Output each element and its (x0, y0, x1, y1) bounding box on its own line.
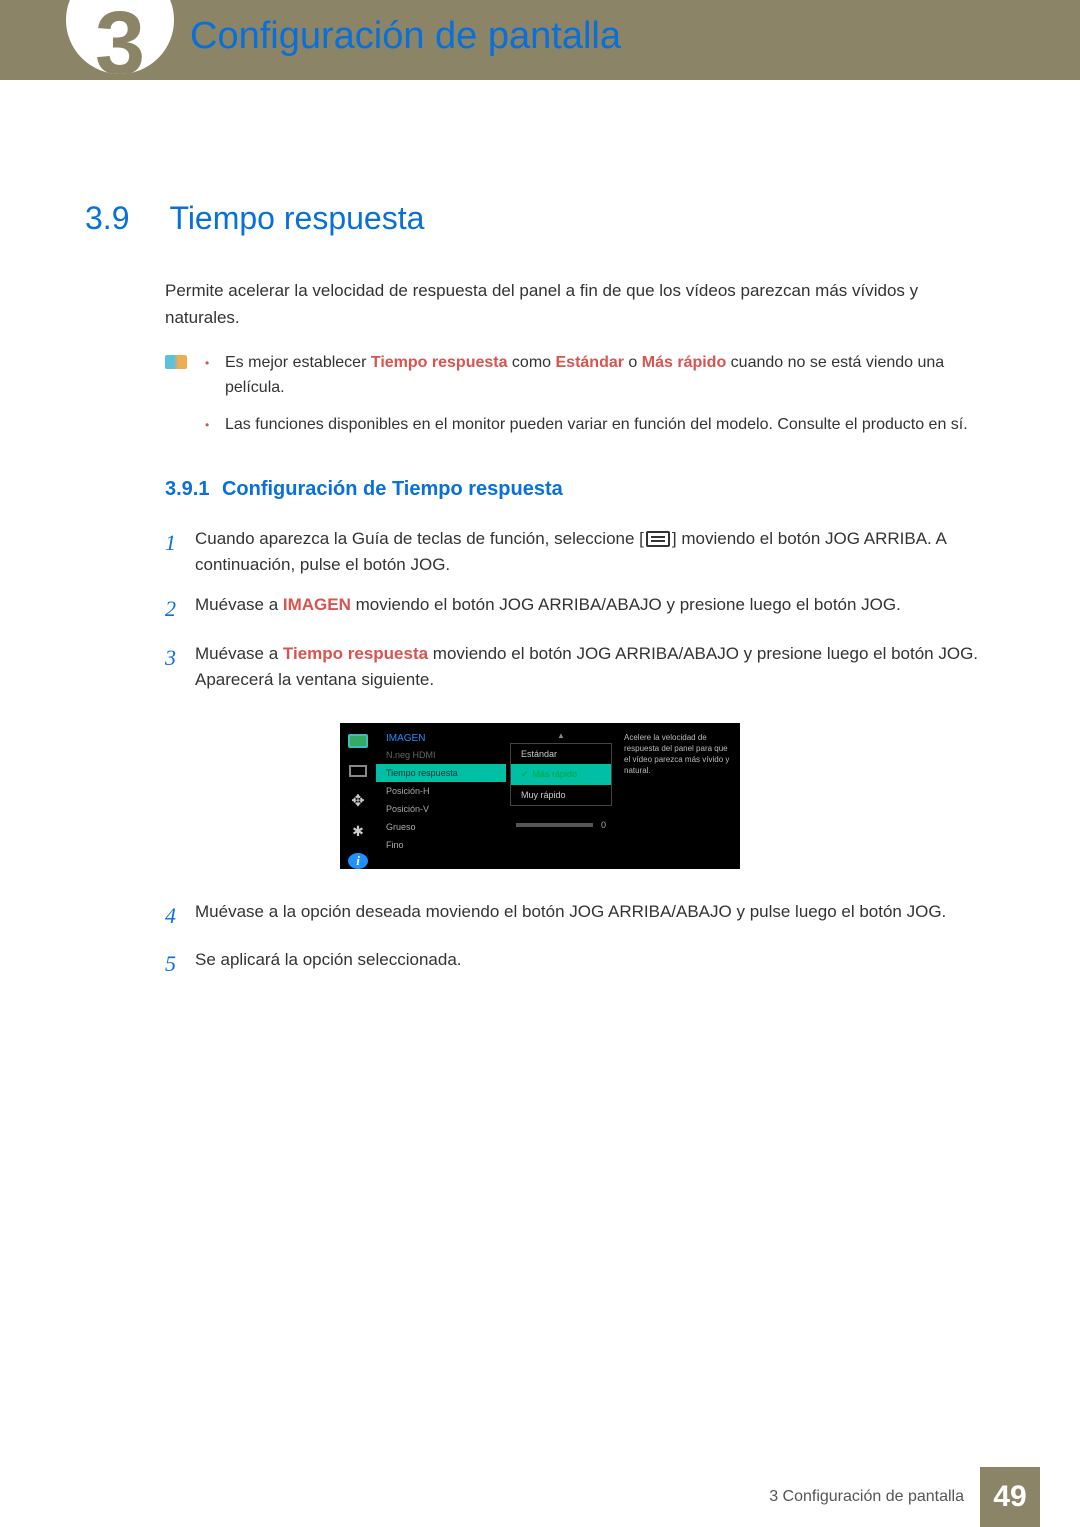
page-footer: 3 Configuración de pantalla 49 (0, 1467, 1080, 1527)
menu-icon (646, 531, 670, 547)
chapter-circle: 3 (60, 0, 180, 80)
osd-info-icon: i (348, 853, 368, 869)
info-bullet-2: Las funciones disponibles en el monitor … (225, 413, 995, 438)
osd-arrow-up-icon: ▲ (557, 731, 565, 740)
subsection-number: 3.9.1 (165, 478, 209, 500)
step-2: 2 Muévase a IMAGEN moviendo el botón JOG… (165, 592, 995, 626)
page-content: 3.9 Tiempo respuesta Permite acelerar la… (0, 80, 1080, 981)
osd-picture-icon (348, 733, 368, 749)
section-intro: Permite acelerar la velocidad de respues… (165, 277, 995, 331)
osd-position-icon: ✥ (348, 793, 368, 809)
step-3: 3 Muévase a Tiempo respuesta moviendo el… (165, 641, 995, 694)
osd-submenu: ▲ Estándar Más rápido Muy rápido 0 (506, 723, 616, 869)
osd-settings-icon: ✱ (348, 823, 368, 839)
section-heading: 3.9 Tiempo respuesta (85, 200, 995, 237)
chapter-number: 3 (95, 0, 145, 80)
subsection-heading: 3.9.1 Configuración de Tiempo respuesta (165, 478, 995, 501)
osd-description: Acelere la velocidad de respuesta del pa… (616, 723, 740, 869)
osd-slider: 0 (516, 820, 606, 830)
osd-menu: IMAGEN N.neg HDMI Tiempo respuesta Posic… (376, 723, 506, 869)
chapter-title: Configuración de pantalla (190, 15, 621, 58)
step-1: 1 Cuando aparezca la Guía de teclas de f… (165, 526, 995, 579)
section-title: Tiempo respuesta (169, 200, 424, 236)
osd-menu-title: IMAGEN (376, 731, 506, 746)
osd-item-coarse: Grueso (376, 818, 506, 836)
info-bullet-1: Es mejor establecer Tiempo respuesta com… (225, 351, 995, 401)
footer-page-number: 49 (980, 1467, 1040, 1527)
step-5: 5 Se aplicará la opción seleccionada. (165, 947, 995, 981)
note-icon (165, 355, 187, 369)
subsection-title: Configuración de Tiempo respuesta (222, 478, 563, 500)
section-number: 3.9 (85, 200, 165, 237)
osd-icon-sidebar: ✥ ✱ i (340, 723, 376, 869)
osd-item-hdmi: N.neg HDMI (376, 746, 506, 764)
osd-item-pos-h: Posición-H (376, 782, 506, 800)
info-note: Es mejor establecer Tiempo respuesta com… (185, 351, 995, 437)
steps-list-cont: 4 Muévase a la opción deseada moviendo e… (165, 899, 995, 981)
osd-option-fastest: Muy rápido (511, 785, 611, 805)
footer-chapter-label: 3 Configuración de pantalla (769, 1488, 964, 1506)
steps-list: 1 Cuando aparezca la Guía de teclas de f… (165, 526, 995, 693)
osd-option-standard: Estándar (511, 744, 611, 764)
step-4: 4 Muévase a la opción deseada moviendo e… (165, 899, 995, 933)
osd-size-icon (348, 763, 368, 779)
osd-screenshot: ✥ ✱ i IMAGEN N.neg HDMI Tiempo respuesta… (340, 723, 740, 869)
osd-item-fine: Fino (376, 836, 506, 854)
osd-item-response-time: Tiempo respuesta (376, 764, 506, 782)
osd-option-faster: Más rápido (511, 764, 611, 785)
header-bar: 3 Configuración de pantalla (0, 0, 1080, 80)
osd-item-pos-v: Posición-V (376, 800, 506, 818)
